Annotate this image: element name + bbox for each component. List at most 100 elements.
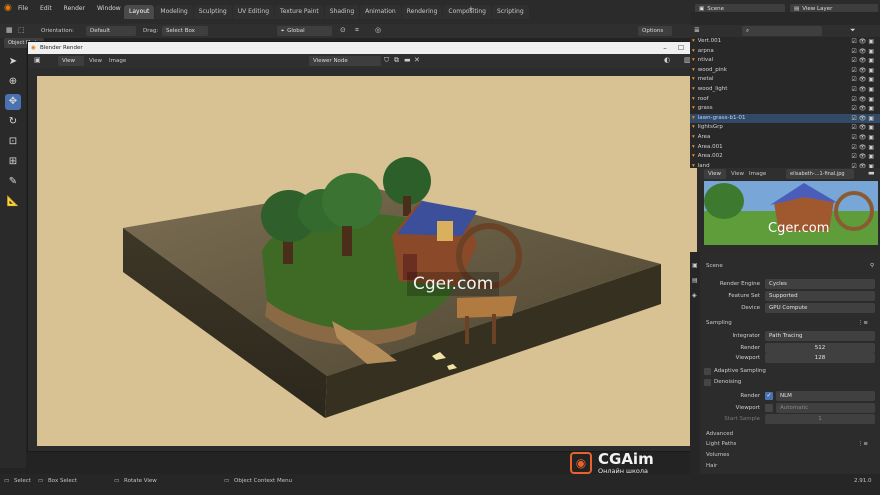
- outliner-row[interactable]: ▾ grass ☑👁▣: [690, 104, 880, 114]
- cursor-3d-icon[interactable]: ⊕: [5, 74, 21, 90]
- image-name-field[interactable]: elisabeth-...1-final.jpg: [786, 169, 854, 179]
- visibility-icons[interactable]: ☑👁▣: [851, 37, 876, 47]
- integrator-dropdown[interactable]: Path Tracing: [765, 331, 875, 341]
- filter-icon[interactable]: ⏷: [850, 26, 856, 35]
- tab-scripting[interactable]: Scripting: [491, 5, 529, 19]
- snap-icon[interactable]: ⌗: [355, 26, 359, 35]
- viewport-samples-field[interactable]: 128: [765, 353, 875, 363]
- image-menu-image[interactable]: Image: [749, 167, 766, 181]
- drag-dropdown[interactable]: Select Box: [162, 26, 208, 36]
- outliner-row[interactable]: ▾ Area.002 ☑👁▣: [690, 152, 880, 162]
- transform-icon[interactable]: ⊞: [5, 154, 21, 170]
- tab-animation[interactable]: Animation: [360, 5, 401, 19]
- folder-open-icon[interactable]: ▬: [868, 169, 875, 177]
- measure-icon[interactable]: 📐: [5, 194, 21, 210]
- start-sample-field[interactable]: 1: [765, 414, 875, 424]
- unlink-icon[interactable]: ✕: [414, 56, 420, 64]
- visibility-icons[interactable]: ☑👁▣: [851, 114, 876, 124]
- shield-icon[interactable]: ⛉: [384, 56, 389, 65]
- blender-logo-icon[interactable]: ◉: [4, 3, 12, 13]
- pin-icon[interactable]: ⚲: [870, 261, 874, 272]
- proportional-edit-icon[interactable]: ◎: [375, 26, 381, 34]
- image-menu-view[interactable]: View: [731, 167, 744, 181]
- copy-icon[interactable]: ⧉: [394, 56, 399, 65]
- outliner-row[interactable]: ▾ wood_light ☑👁▣: [690, 85, 880, 95]
- tab-sculpting[interactable]: Sculpting: [193, 5, 232, 19]
- menu-file[interactable]: File: [12, 0, 34, 18]
- folder-icon[interactable]: ▬: [404, 56, 411, 64]
- outliner-row[interactable]: ▾ Area.001 ☑👁▣: [690, 143, 880, 153]
- outliner-row[interactable]: ▾ ntival ☑👁▣: [690, 56, 880, 66]
- visibility-icons[interactable]: ☑👁▣: [851, 95, 876, 105]
- denoise-render-dropdown[interactable]: NLM: [776, 391, 875, 401]
- visibility-icons[interactable]: ☑👁▣: [851, 47, 876, 57]
- render-menu-view[interactable]: View: [89, 54, 102, 68]
- outliner-row[interactable]: ▾ lawn-grass-b1-01 ☑👁▣: [690, 113, 880, 124]
- scale-icon[interactable]: ⊡: [5, 134, 21, 150]
- minimize-icon[interactable]: –: [658, 42, 672, 54]
- adaptive-sampling-row[interactable]: Adaptive Sampling: [700, 366, 880, 377]
- menu-window[interactable]: Window: [91, 0, 127, 18]
- outliner-row[interactable]: ▾ Area ☑👁▣: [690, 133, 880, 143]
- move-icon[interactable]: ✥: [5, 94, 21, 110]
- outliner-search-input[interactable]: ⌕: [742, 26, 822, 36]
- hair-section[interactable]: Hair: [700, 461, 880, 472]
- outliner-row[interactable]: ▾ roof ☑👁▣: [690, 95, 880, 105]
- denoise-viewport-dropdown[interactable]: Automatic: [776, 403, 875, 413]
- outliner-row[interactable]: ▾ metal ☑👁▣: [690, 75, 880, 85]
- outliner-row[interactable]: ▾ Vert.001 ☑👁▣: [690, 37, 880, 47]
- render-tab-icon[interactable]: ▣: [692, 262, 698, 269]
- device-dropdown[interactable]: GPU Compute: [765, 303, 875, 313]
- visibility-icons[interactable]: ☑👁▣: [851, 85, 876, 95]
- render-canvas[interactable]: Cger.com: [37, 76, 697, 446]
- visibility-icons[interactable]: ☑👁▣: [851, 133, 876, 143]
- scene-tab-icon[interactable]: ◈: [692, 292, 697, 299]
- visibility-icons[interactable]: ☑👁▣: [851, 66, 876, 76]
- editor-type-icon[interactable]: ▦: [6, 26, 13, 34]
- orientation-dropdown[interactable]: Default: [86, 26, 136, 36]
- render-samples-field[interactable]: 512: [765, 343, 875, 353]
- outliner-editor-icon[interactable]: ≣: [694, 26, 700, 34]
- tool-icon[interactable]: ⬚: [18, 26, 25, 34]
- feature-set-dropdown[interactable]: Supported: [765, 291, 875, 301]
- visibility-icons[interactable]: ☑👁▣: [851, 104, 876, 114]
- options-dropdown[interactable]: Options: [638, 26, 672, 36]
- visibility-icons[interactable]: ☑👁▣: [851, 143, 876, 153]
- tab-uv-editing[interactable]: UV Editing: [232, 5, 275, 19]
- adaptive-sampling-checkbox[interactable]: [704, 368, 711, 375]
- list-icon[interactable]: ⋮≡: [858, 318, 868, 329]
- visibility-icons[interactable]: ☑👁▣: [851, 123, 876, 133]
- image-editor-icon[interactable]: ▣: [34, 56, 41, 64]
- tab-modeling[interactable]: Modeling: [155, 5, 193, 19]
- select-cursor-icon[interactable]: ➤: [5, 54, 21, 70]
- denoising-section[interactable]: Denoising: [700, 377, 880, 388]
- denoise-viewport-checkbox[interactable]: [765, 404, 773, 412]
- render-menu-image[interactable]: Image: [109, 54, 126, 68]
- light-paths-section[interactable]: Light Paths ⋮≡: [700, 439, 880, 450]
- denoising-checkbox[interactable]: [704, 379, 711, 386]
- denoise-render-checkbox[interactable]: ✓: [765, 392, 773, 400]
- transform-orientation-dropdown[interactable]: ⌖ Global: [277, 26, 332, 36]
- outliner-row[interactable]: ▾ arpna ☑👁▣: [690, 47, 880, 57]
- outliner-row[interactable]: ▾ wood_pink ☑👁▣: [690, 66, 880, 76]
- output-tab-icon[interactable]: ▤: [692, 277, 698, 284]
- visibility-icons[interactable]: ☑👁▣: [851, 75, 876, 85]
- image-view-dropdown[interactable]: View: [704, 169, 726, 179]
- sampling-section[interactable]: Sampling ⋮≡: [700, 318, 880, 329]
- menu-render[interactable]: Render: [58, 0, 91, 18]
- outliner-row[interactable]: ▾ lightsGrp ☑👁▣: [690, 123, 880, 133]
- render-window-titlebar[interactable]: ◉ Blender Render – ☐ ✕: [28, 42, 704, 54]
- maximize-icon[interactable]: ☐: [674, 42, 688, 54]
- annotate-icon[interactable]: ✎: [5, 174, 21, 190]
- menu-edit[interactable]: Edit: [34, 0, 58, 18]
- rotate-icon[interactable]: ↻: [5, 114, 21, 130]
- render-slot-dropdown[interactable]: Viewer Node: [309, 56, 381, 66]
- visibility-icons[interactable]: ☑👁▣: [851, 152, 876, 162]
- volumes-section[interactable]: Volumes: [700, 450, 880, 461]
- tab-layout[interactable]: Layout: [124, 5, 155, 19]
- render-view-dropdown[interactable]: View: [58, 56, 84, 66]
- add-workspace-icon[interactable]: +: [468, 5, 474, 13]
- render-engine-dropdown[interactable]: Cycles: [765, 279, 875, 289]
- list-icon-2[interactable]: ⋮≡: [858, 439, 868, 450]
- tab-shading[interactable]: Shading: [324, 5, 360, 19]
